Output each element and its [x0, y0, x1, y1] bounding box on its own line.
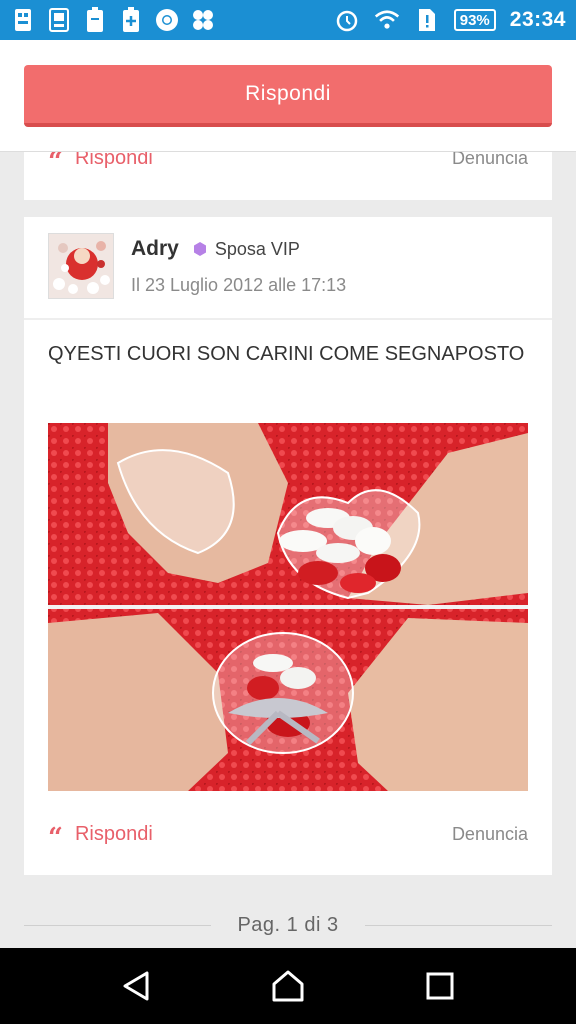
quote-icon: “: [48, 823, 63, 853]
battery-indicator: 93%: [453, 9, 496, 31]
header: Rispondi: [0, 40, 576, 152]
post-report-link[interactable]: Denuncia: [452, 824, 528, 845]
previous-post-card: “ Rispondi Denuncia: [24, 152, 552, 200]
previous-post-reply-link[interactable]: “ Rispondi: [48, 152, 153, 175]
thread-content[interactable]: “ Rispondi Denuncia Adry Sposa VIP Il 23…: [0, 152, 576, 948]
notification-icons: [10, 7, 216, 33]
author-line: Adry Sposa VIP: [131, 237, 300, 261]
battery-saver-icon: [82, 7, 108, 33]
author-badge: Sposa VIP: [214, 238, 300, 259]
navigation-bar: [0, 948, 576, 1024]
previous-post-actions: “ Rispondi Denuncia: [24, 152, 552, 175]
post-text: QYESTI CUORI SON CARINI COME SEGNAPOSTO: [48, 343, 525, 365]
reply-button[interactable]: Rispondi: [24, 65, 552, 127]
sim-icon: [10, 7, 36, 33]
author-name[interactable]: Adry: [131, 237, 179, 261]
pager-label[interactable]: Pag. 1 di 3: [237, 914, 338, 937]
post-date: Il 23 Luglio 2012 alle 17:13: [131, 275, 347, 295]
hexagon-icon: [193, 242, 207, 256]
pager-divider-left: [24, 924, 212, 926]
post-card: Adry Sposa VIP Il 23 Luglio 2012 alle 17…: [24, 217, 552, 875]
status-bar: 93% 23:34: [0, 0, 576, 40]
recents-icon[interactable]: [410, 956, 470, 1016]
reply-label: Rispondi: [74, 822, 153, 845]
avatar[interactable]: [48, 233, 114, 299]
wifi-icon: [374, 7, 400, 33]
flower-icon: [190, 7, 216, 33]
post-reply-link[interactable]: “ Rispondi: [48, 817, 153, 853]
back-icon[interactable]: [106, 956, 166, 1016]
post-header: Adry Sposa VIP Il 23 Luglio 2012 alle 17…: [24, 217, 552, 320]
plus-icon: [118, 7, 144, 33]
sim-card-icon: [414, 7, 440, 33]
home-icon[interactable]: [258, 956, 318, 1016]
chrome-icon: [154, 7, 180, 33]
image-icon: [46, 7, 72, 33]
previous-post-report-link[interactable]: Denuncia: [452, 152, 528, 169]
quote-icon: “: [48, 152, 63, 177]
post-image[interactable]: [48, 423, 528, 791]
post-actions: “ Rispondi Denuncia: [24, 817, 552, 853]
alarm-icon: [334, 7, 360, 33]
reply-label: Rispondi: [74, 152, 153, 169]
pagination: Pag. 1 di 3: [24, 910, 552, 940]
pager-divider-right: [364, 924, 552, 926]
clock: 23:34: [509, 8, 566, 31]
